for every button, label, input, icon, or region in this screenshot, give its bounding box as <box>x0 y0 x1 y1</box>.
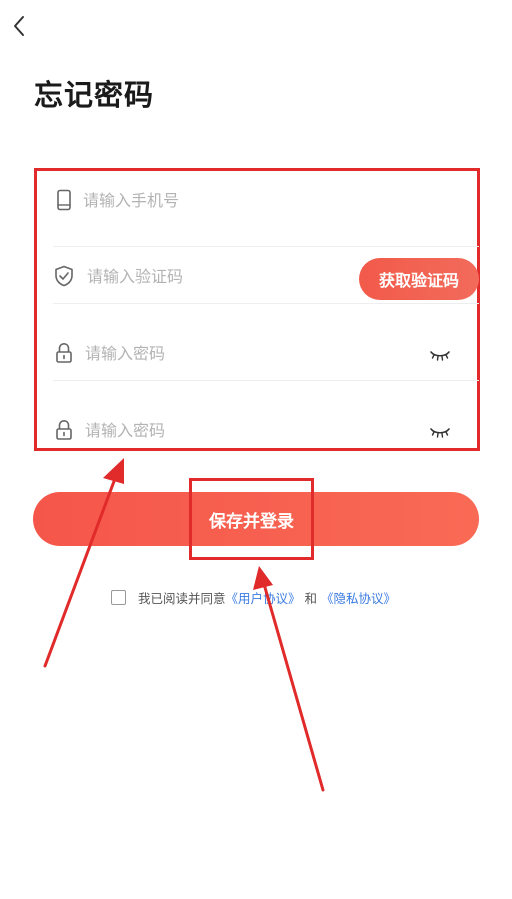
save-and-login-button[interactable] <box>33 492 479 546</box>
reset-form: 获取验证码 <box>34 168 480 451</box>
confirm-password-input[interactable] <box>85 417 385 443</box>
get-code-button[interactable]: 获取验证码 <box>359 258 479 300</box>
phone-input[interactable] <box>83 187 443 213</box>
shield-check-icon <box>53 265 75 287</box>
password-input[interactable] <box>85 340 385 366</box>
chevron-left-icon <box>14 16 24 36</box>
agree-checkbox[interactable] <box>111 590 126 605</box>
phone-icon <box>53 189 75 211</box>
page-title: 忘记密码 <box>34 78 155 112</box>
privacy-policy-link[interactable]: 《隐私协议》 <box>321 588 396 607</box>
lock-icon <box>53 419 75 441</box>
forgot-password-page: 忘记密码 请输入手机号 请输入验证码 获取验证码 保存并登录 我已阅读并同意 《… <box>0 0 512 899</box>
eye-closed-icon[interactable] <box>429 348 451 362</box>
back-button[interactable] <box>6 12 32 40</box>
eye-closed-icon[interactable] <box>429 425 451 439</box>
password-row <box>53 304 479 381</box>
arrow-to-form <box>43 458 124 668</box>
agreement-row: 我已阅读并同意 《用户协议》 和 《隐私协议》 <box>111 588 396 607</box>
confirm-password-row <box>53 381 479 451</box>
agreement-prefix: 我已阅读并同意 <box>138 591 226 606</box>
lock-icon <box>53 342 75 364</box>
code-input[interactable] <box>87 263 317 289</box>
agreement-connector: 和 <box>304 591 318 606</box>
user-agreement-link[interactable]: 《用户协议》 <box>226 588 301 607</box>
